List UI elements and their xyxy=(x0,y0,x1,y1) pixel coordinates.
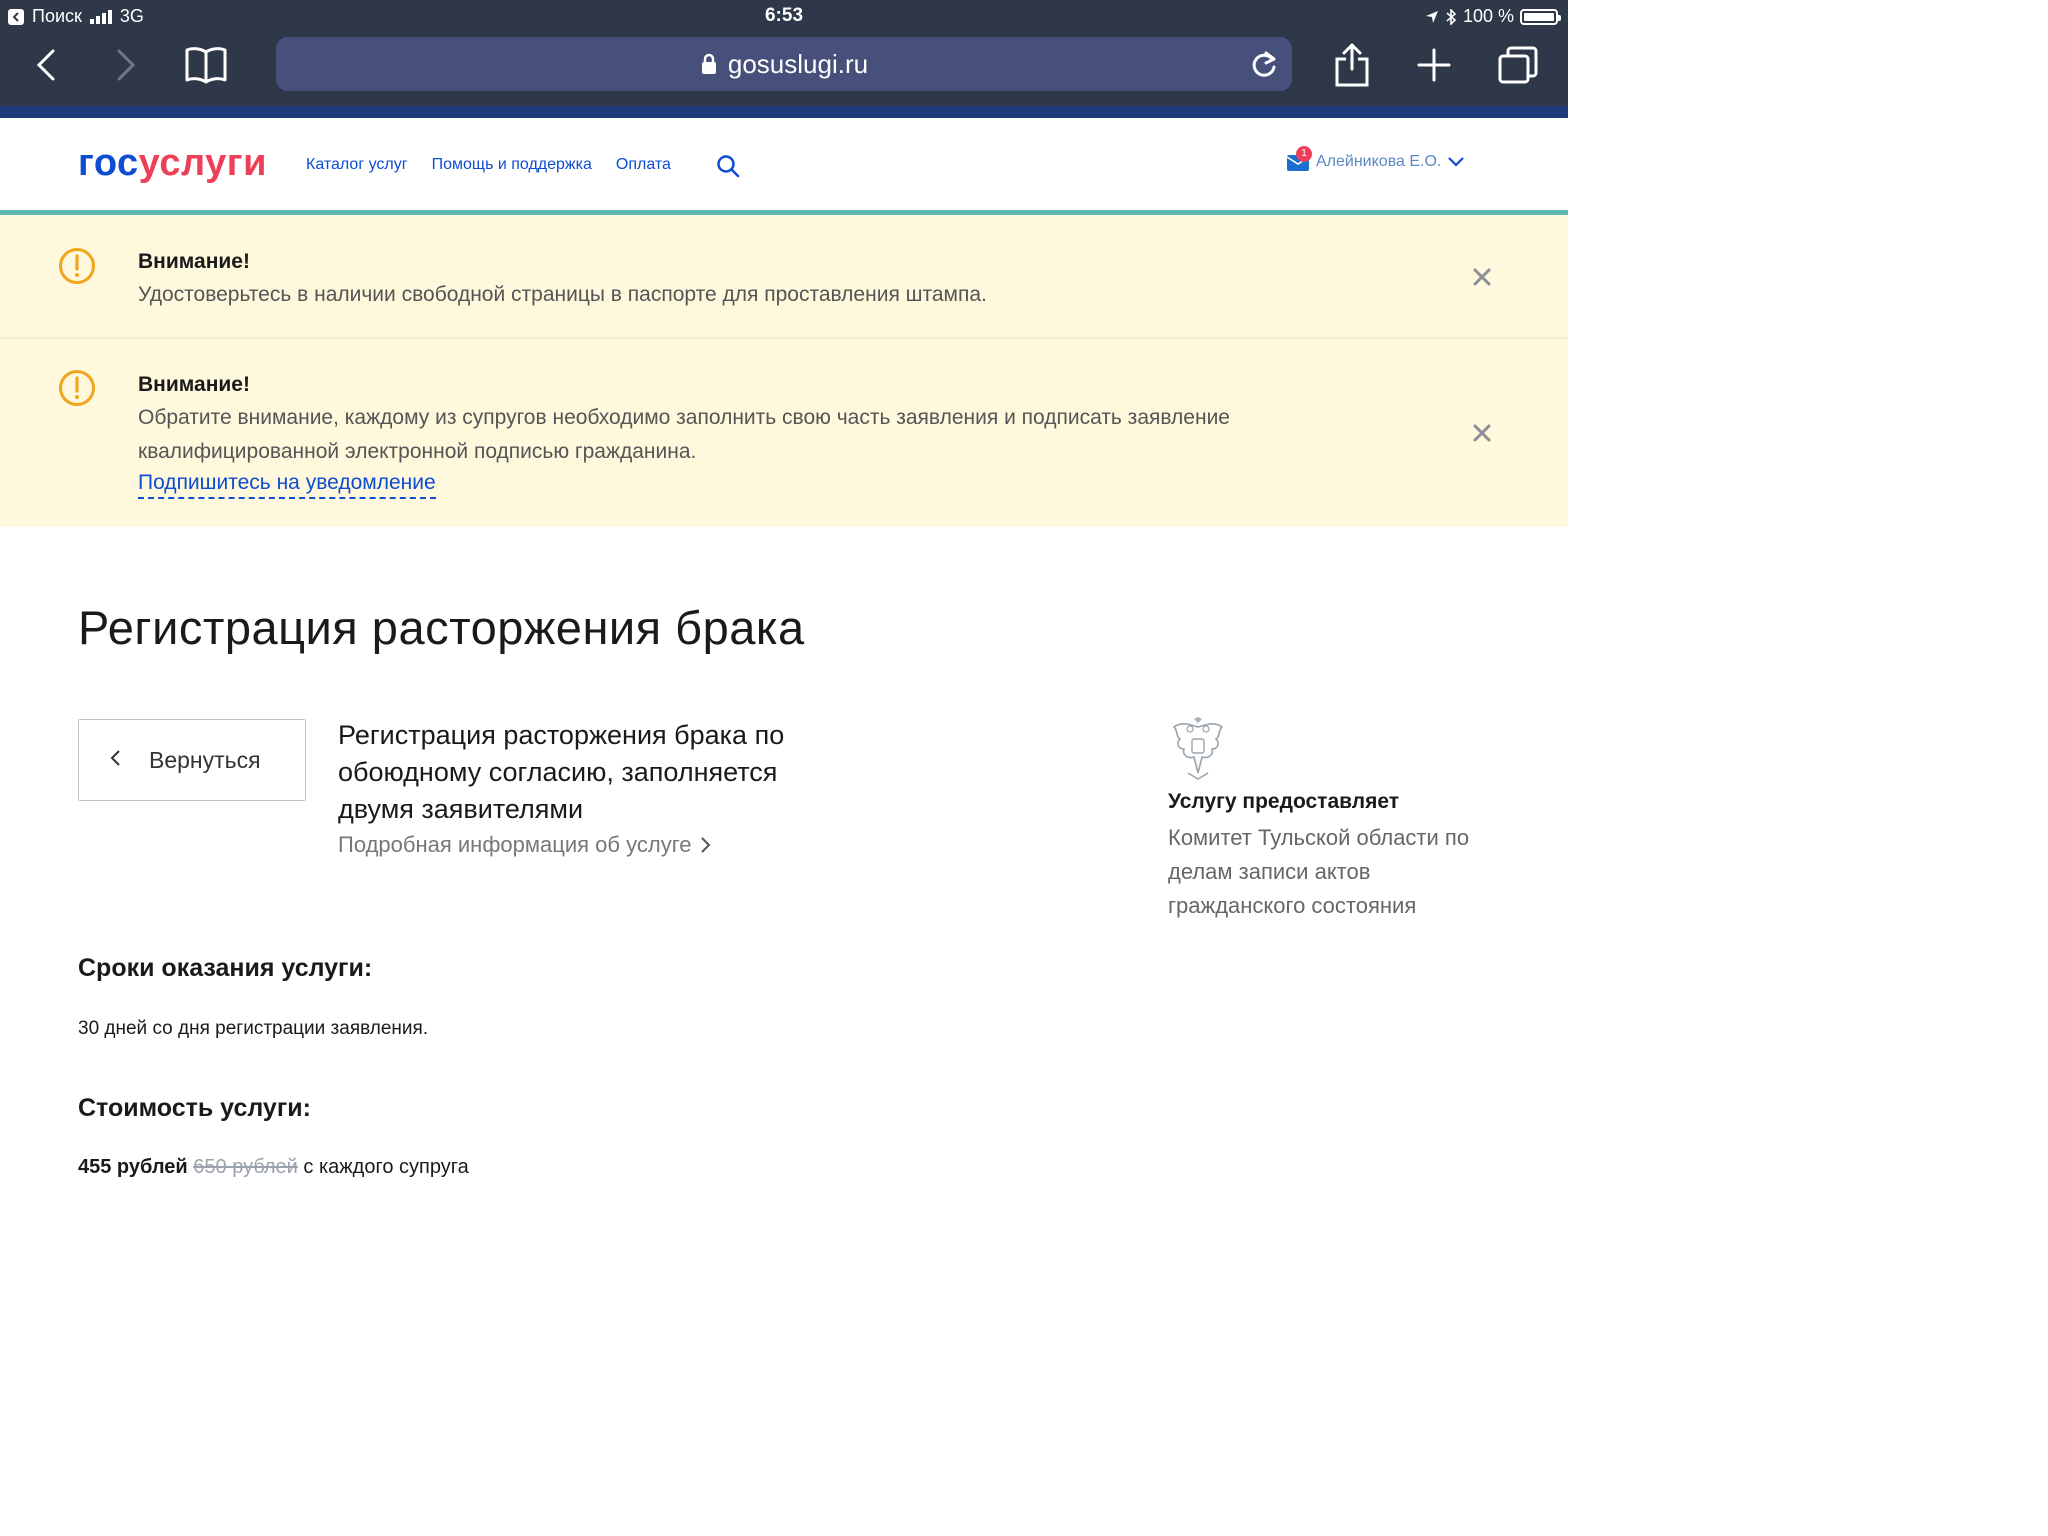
browser-back-button[interactable] xyxy=(22,40,70,90)
main-nav: Каталог услуг Помощь и поддержка Оплата xyxy=(306,156,671,174)
cost-price: 455 рублей xyxy=(78,1156,188,1178)
service-details-label: Подробная информация об услуге xyxy=(338,832,692,857)
warning-icon xyxy=(58,369,96,412)
url-text: gosuslugi.ru xyxy=(727,48,869,79)
nav-catalog-link[interactable]: Каталог услуг xyxy=(306,156,408,174)
alert-title: Внимание! xyxy=(138,373,250,396)
browser-forward-button[interactable] xyxy=(102,40,150,90)
page-title: Регистрация расторжения брака xyxy=(78,601,805,654)
chevron-left-icon xyxy=(109,748,121,773)
provider-label: Услугу предоставляет xyxy=(1168,790,1400,813)
subscribe-notification-link[interactable]: Подпишитесь на уведомление xyxy=(138,471,436,499)
bookmarks-button[interactable] xyxy=(182,40,230,90)
chevron-down-icon xyxy=(1448,157,1465,167)
nav-help-link[interactable]: Помощь и поддержка xyxy=(432,156,592,174)
service-title: Регистрация расторжения брака по обоюдно… xyxy=(338,720,785,824)
alert-title: Внимание! xyxy=(138,250,250,273)
chevron-left-icon xyxy=(36,49,55,81)
share-icon xyxy=(1335,43,1369,87)
status-time: 6:53 xyxy=(764,5,804,26)
terms-heading: Сроки оказания услуги: xyxy=(78,954,373,982)
back-button[interactable]: Вернуться xyxy=(78,719,306,801)
close-icon[interactable] xyxy=(1472,423,1492,448)
status-bar: Поиск 3G 6:53 100 % xyxy=(0,0,1568,32)
new-tab-button[interactable] xyxy=(1410,40,1458,90)
site-header: госуслуги Каталог услуг Помощь и поддерж… xyxy=(0,118,1568,210)
reload-icon[interactable] xyxy=(1250,49,1278,84)
plus-icon xyxy=(1417,48,1451,82)
alert-signature: Внимание! Обратите внимание, каждому из … xyxy=(0,339,1568,527)
notification-badge: 1 xyxy=(1296,146,1312,162)
chevron-right-icon xyxy=(117,49,136,81)
alert-text: Обратите внимание, каждому из супругов н… xyxy=(138,406,1230,463)
user-name: Алейникова Е.О. xyxy=(1316,153,1442,170)
book-icon xyxy=(185,47,227,84)
cost-text: 455 рублей 650 рублей с каждого супруга xyxy=(78,1156,469,1179)
coat-of-arms-icon xyxy=(1168,717,1228,786)
gosuslugi-logo[interactable]: госуслуги xyxy=(78,142,267,185)
tabs-icon xyxy=(1498,46,1538,84)
tabs-button[interactable] xyxy=(1494,40,1542,90)
chevron-right-icon xyxy=(701,837,711,853)
lock-icon xyxy=(701,53,716,74)
bluetooth-icon xyxy=(1446,8,1457,25)
alert-passport: Внимание! Удостоверьтесь в наличии свобо… xyxy=(0,215,1568,339)
chrome-divider xyxy=(0,106,1568,118)
provider-name: Комитет Тульской области по делам записи… xyxy=(1168,825,1470,918)
terms-text: 30 дней со дня регистрации заявления. xyxy=(78,1018,429,1039)
location-icon xyxy=(1425,10,1438,23)
alert-text: Удостоверьтесь в наличии свободной стран… xyxy=(138,283,987,306)
warning-icon xyxy=(58,247,96,290)
battery-icon xyxy=(1520,8,1561,25)
back-button-label: Вернуться xyxy=(149,746,261,773)
share-button[interactable] xyxy=(1328,40,1376,90)
user-menu[interactable]: 1 Алейникова Е.О. xyxy=(1286,146,1465,172)
close-icon[interactable] xyxy=(1472,267,1492,292)
address-bar[interactable]: gosuslugi.ru xyxy=(276,37,1292,91)
service-details-link[interactable]: Подробная информация об услуге xyxy=(338,832,711,858)
cost-heading: Стоимость услуги: xyxy=(78,1094,311,1122)
cost-old-price: 650 рублей xyxy=(193,1156,298,1178)
mail-icon[interactable]: 1 xyxy=(1286,146,1312,172)
nav-payment-link[interactable]: Оплата xyxy=(616,156,671,174)
search-icon[interactable] xyxy=(716,154,740,183)
browser-chrome: Поиск 3G 6:53 100 % gosuslugi.ru xyxy=(0,0,1568,118)
cost-suffix: с каждого супруга xyxy=(303,1156,469,1178)
battery-percent: 100 % xyxy=(1462,6,1514,26)
